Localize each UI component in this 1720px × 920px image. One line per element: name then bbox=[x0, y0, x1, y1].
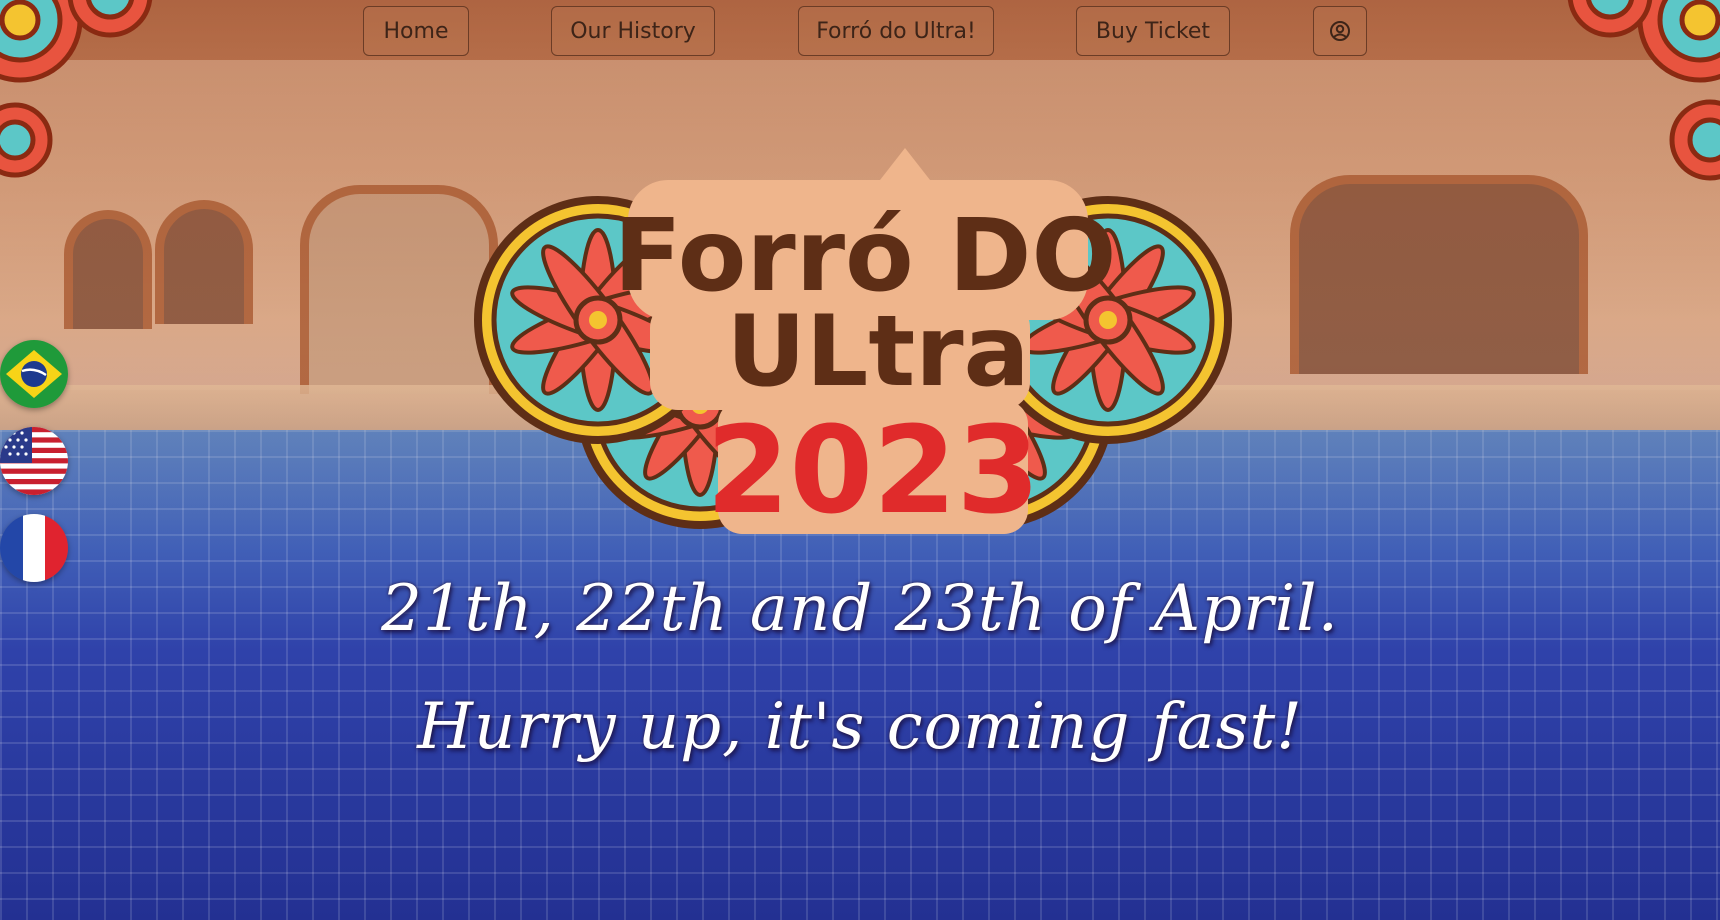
logo-title-line2: ULtra bbox=[726, 295, 1029, 409]
event-logo: Forró DO ULtra 2023 bbox=[0, 148, 1720, 541]
event-slogan: Hurry up, it's coming fast! bbox=[417, 690, 1303, 764]
event-dates: 21th, 22th and 23th of April. bbox=[381, 572, 1339, 646]
logo-year: 2023 bbox=[706, 402, 1040, 541]
